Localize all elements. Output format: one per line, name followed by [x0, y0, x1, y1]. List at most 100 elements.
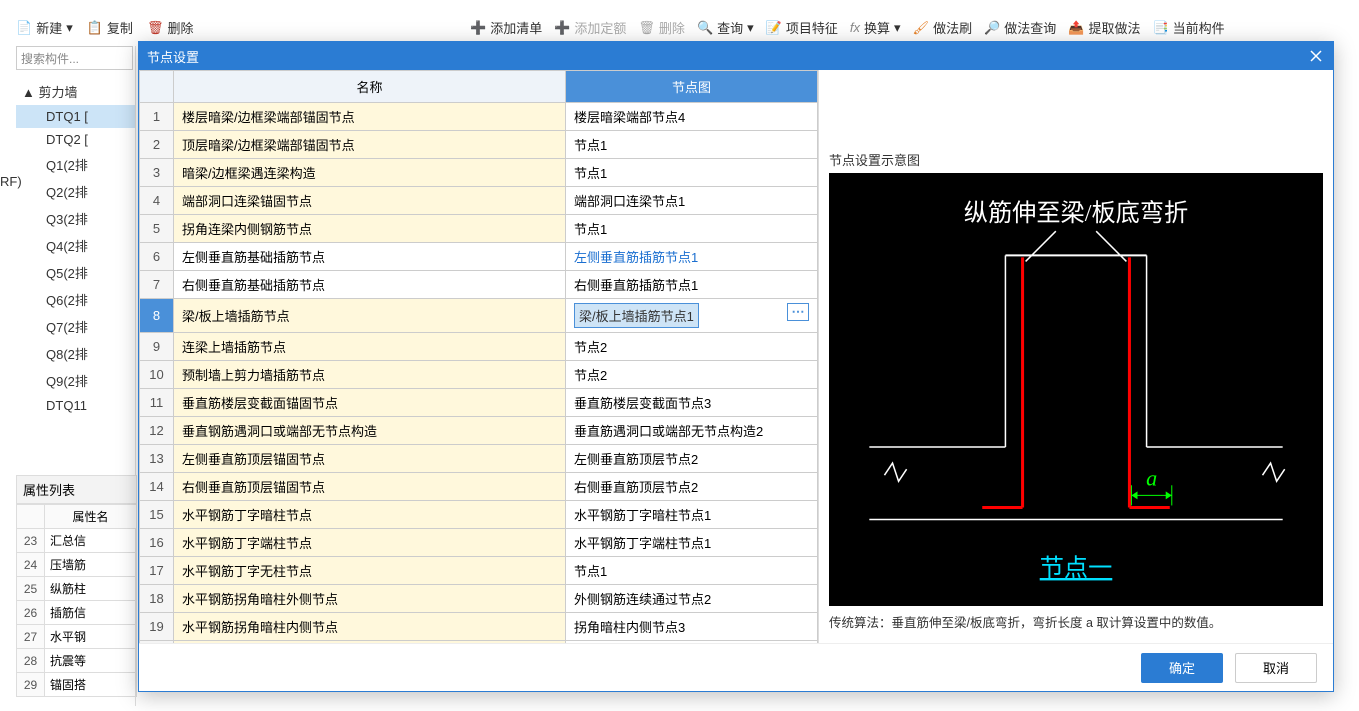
- prop-cell[interactable]: 水平钢: [45, 625, 137, 649]
- convert-button[interactable]: fx换算▾: [850, 18, 901, 37]
- name-cell[interactable]: 梁/板上墙插筋节点: [174, 299, 566, 333]
- tree-leaf[interactable]: Q3(2排: [16, 205, 135, 232]
- table-row[interactable]: 16水平钢筋丁字端柱节点水平钢筋丁字端柱节点1: [140, 529, 818, 557]
- diagram-cell[interactable]: 右侧垂直筋顶层节点2: [566, 473, 818, 501]
- ok-button[interactable]: 确定: [1141, 653, 1223, 683]
- diagram-cell[interactable]: 节点1: [566, 159, 818, 187]
- name-cell[interactable]: 水平钢筋拐角暗柱外侧节点: [174, 585, 566, 613]
- diagram-cell[interactable]: 拐角暗柱内侧节点3: [566, 613, 818, 641]
- extract-button[interactable]: 📤提取做法: [1068, 18, 1140, 37]
- delete-button[interactable]: 🗑 删除: [147, 18, 194, 37]
- diagram-cell[interactable]: 楼层暗梁端部节点4: [566, 103, 818, 131]
- name-cell[interactable]: 暗梁/边框梁遇连梁构造: [174, 159, 566, 187]
- name-cell[interactable]: 左侧垂直筋基础插筋节点: [174, 243, 566, 271]
- name-cell[interactable]: 水平钢筋丁字端柱节点: [174, 529, 566, 557]
- tree-leaf[interactable]: Q9(2排: [16, 367, 135, 394]
- diagram-cell[interactable]: 节点1: [566, 131, 818, 159]
- table-row[interactable]: 8梁/板上墙插筋节点梁/板上墙插筋节点1⋯: [140, 299, 818, 333]
- tree-leaf[interactable]: DTQ1 [: [16, 105, 135, 128]
- diagram-cell[interactable]: 右侧垂直筋插筋节点1: [566, 271, 818, 299]
- tree-leaf[interactable]: DTQ11: [16, 394, 135, 417]
- diagram-cell[interactable]: 左侧垂直筋顶层节点2: [566, 445, 818, 473]
- table-row[interactable]: 2顶层暗梁/边框梁端部锚固节点节点1: [140, 131, 818, 159]
- tree-leaf[interactable]: Q6(2排: [16, 286, 135, 313]
- name-cell[interactable]: 楼层暗梁/边框梁端部锚固节点: [174, 103, 566, 131]
- tree-leaf[interactable]: Q5(2排: [16, 259, 135, 286]
- name-cell[interactable]: 连梁上墙插筋节点: [174, 333, 566, 361]
- name-cell[interactable]: 右侧垂直筋基础插筋节点: [174, 271, 566, 299]
- table-row[interactable]: 13左侧垂直筋顶层锚固节点左侧垂直筋顶层节点2: [140, 445, 818, 473]
- diagram-cell[interactable]: 梁/板上墙插筋节点1 ⋯: [566, 299, 818, 333]
- diagram-edit-cell[interactable]: 梁/板上墙插筋节点1: [574, 303, 699, 328]
- name-cell[interactable]: 水平钢筋拐角端柱外侧节点: [174, 641, 566, 644]
- table-row[interactable]: 20水平钢筋拐角端柱外侧节点节点3: [140, 641, 818, 644]
- table-row[interactable]: 12垂直钢筋遇洞口或端部无节点构造垂直筋遇洞口或端部无节点构造2: [140, 417, 818, 445]
- add-list-button[interactable]: ➕添加清单: [470, 18, 542, 37]
- name-header[interactable]: 名称: [174, 71, 566, 103]
- table-row[interactable]: 10预制墙上剪力墙插筋节点节点2: [140, 361, 818, 389]
- table-row[interactable]: 9连梁上墙插筋节点节点2: [140, 333, 818, 361]
- name-cell[interactable]: 端部洞口连梁锚固节点: [174, 187, 566, 215]
- prop-cell[interactable]: 锚固搭: [45, 673, 137, 697]
- search-input[interactable]: 搜索构件...: [16, 46, 133, 70]
- name-cell[interactable]: 右侧垂直筋顶层锚固节点: [174, 473, 566, 501]
- diagram-cell[interactable]: 端部洞口连梁节点1: [566, 187, 818, 215]
- feature-button[interactable]: 📝项目特征: [766, 18, 838, 37]
- ellipsis-button[interactable]: ⋯: [787, 303, 809, 321]
- diagram-header[interactable]: 节点图: [566, 71, 818, 103]
- table-row[interactable]: 7右侧垂直筋基础插筋节点右侧垂直筋插筋节点1: [140, 271, 818, 299]
- table-row[interactable]: 11垂直筋楼层变截面锚固节点垂直筋楼层变截面节点3: [140, 389, 818, 417]
- prop-cell[interactable]: 插筋信: [45, 601, 137, 625]
- prop-cell[interactable]: 汇总信: [45, 529, 137, 553]
- name-cell[interactable]: 预制墙上剪力墙插筋节点: [174, 361, 566, 389]
- name-cell[interactable]: 拐角连梁内侧钢筋节点: [174, 215, 566, 243]
- diagram-cell[interactable]: 节点2: [566, 361, 818, 389]
- diagram-cell[interactable]: 垂直筋遇洞口或端部无节点构造2: [566, 417, 818, 445]
- method-query-button[interactable]: 🔎做法查询: [984, 18, 1056, 37]
- table-row[interactable]: 19水平钢筋拐角暗柱内侧节点拐角暗柱内侧节点3: [140, 613, 818, 641]
- current-button[interactable]: 📑当前构件: [1152, 18, 1224, 37]
- name-cell[interactable]: 水平钢筋丁字暗柱节点: [174, 501, 566, 529]
- diagram-cell[interactable]: 左侧垂直筋插筋节点1: [566, 243, 818, 271]
- table-row[interactable]: 6左侧垂直筋基础插筋节点左侧垂直筋插筋节点1: [140, 243, 818, 271]
- diagram-cell[interactable]: 垂直筋楼层变截面节点3: [566, 389, 818, 417]
- table-row[interactable]: 3暗梁/边框梁遇连梁构造节点1: [140, 159, 818, 187]
- delete2-button[interactable]: 🗑删除: [638, 18, 685, 37]
- diagram-cell[interactable]: 水平钢筋丁字端柱节点1: [566, 529, 818, 557]
- prop-cell[interactable]: 纵筋柱: [45, 577, 137, 601]
- tree-root[interactable]: ▲ 剪力墙: [16, 78, 135, 105]
- close-button[interactable]: [1307, 47, 1325, 65]
- copy-button[interactable]: 📋 复制: [87, 18, 133, 37]
- new-button[interactable]: 📄 新建 ▾: [16, 18, 73, 37]
- add-quota-button[interactable]: ➕添加定额: [554, 18, 626, 37]
- prop-cell[interactable]: 抗震等: [45, 649, 137, 673]
- table-row[interactable]: 18水平钢筋拐角暗柱外侧节点外侧钢筋连续通过节点2: [140, 585, 818, 613]
- table-row[interactable]: 1楼层暗梁/边框梁端部锚固节点楼层暗梁端部节点4: [140, 103, 818, 131]
- tree-leaf[interactable]: DTQ2 [: [16, 128, 135, 151]
- diagram-cell[interactable]: 节点1: [566, 215, 818, 243]
- brush-button[interactable]: 🖌做法刷: [913, 18, 973, 37]
- table-row[interactable]: 14右侧垂直筋顶层锚固节点右侧垂直筋顶层节点2: [140, 473, 818, 501]
- tree-leaf[interactable]: Q8(2排: [16, 340, 135, 367]
- name-cell[interactable]: 水平钢筋丁字无柱节点: [174, 557, 566, 585]
- tree-leaf[interactable]: Q2(2排: [16, 178, 135, 205]
- name-cell[interactable]: 垂直钢筋遇洞口或端部无节点构造: [174, 417, 566, 445]
- diagram-cell[interactable]: 外侧钢筋连续通过节点2: [566, 585, 818, 613]
- table-row[interactable]: 15水平钢筋丁字暗柱节点水平钢筋丁字暗柱节点1: [140, 501, 818, 529]
- table-row[interactable]: 4端部洞口连梁锚固节点端部洞口连梁节点1: [140, 187, 818, 215]
- tree-leaf[interactable]: Q7(2排: [16, 313, 135, 340]
- tree-leaf[interactable]: Q1(2排: [16, 151, 135, 178]
- cancel-button[interactable]: 取消: [1235, 653, 1317, 683]
- name-cell[interactable]: 垂直筋楼层变截面锚固节点: [174, 389, 566, 417]
- diagram-cell[interactable]: 节点2: [566, 333, 818, 361]
- name-cell[interactable]: 左侧垂直筋顶层锚固节点: [174, 445, 566, 473]
- tree-leaf[interactable]: Q4(2排: [16, 232, 135, 259]
- diagram-cell[interactable]: 节点3: [566, 641, 818, 644]
- name-cell[interactable]: 顶层暗梁/边框梁端部锚固节点: [174, 131, 566, 159]
- diagram-cell[interactable]: 节点1: [566, 557, 818, 585]
- prop-cell[interactable]: 压墙筋: [45, 553, 137, 577]
- table-row[interactable]: 17水平钢筋丁字无柱节点节点1: [140, 557, 818, 585]
- node-grid-wrap[interactable]: 名称 节点图 1楼层暗梁/边框梁端部锚固节点楼层暗梁端部节点42顶层暗梁/边框梁…: [139, 70, 819, 643]
- table-row[interactable]: 5拐角连梁内侧钢筋节点节点1: [140, 215, 818, 243]
- name-cell[interactable]: 水平钢筋拐角暗柱内侧节点: [174, 613, 566, 641]
